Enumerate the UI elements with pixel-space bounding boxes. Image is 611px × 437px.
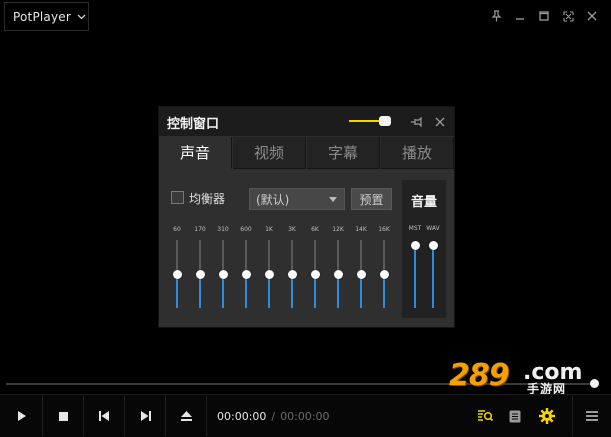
tab-0[interactable]: 声音 (159, 137, 232, 169)
equalizer-preset-select[interactable]: (默认) (249, 188, 345, 210)
equalizer-section: 均衡器 (默认) 预置 60 170 310 600 1K 3K 6K 12K 14K 16K (165, 181, 395, 321)
minimize-icon[interactable] (513, 8, 527, 24)
eq-band-4-label: 1K (265, 226, 273, 233)
eq-band-6-slider-handle[interactable] (310, 269, 320, 279)
opacity-slider-handle[interactable] (379, 116, 391, 126)
eject-button[interactable] (166, 396, 207, 436)
current-time: 00:00:00 (217, 409, 267, 423)
eq-band-8-slider-fill (360, 274, 362, 308)
stop-button[interactable] (43, 396, 84, 436)
next-icon (140, 411, 151, 421)
pin-icon[interactable] (409, 114, 423, 128)
eq-band-0-label: 60 (173, 226, 181, 233)
total-time: 00:00:00 (280, 409, 330, 423)
volume-wav-slider-handle[interactable] (428, 240, 438, 250)
dropdown-arrow-icon (329, 197, 337, 202)
eq-band-6-label: 6K (311, 226, 319, 233)
tab-1[interactable]: 视频 (233, 137, 306, 169)
eq-band-0-slider-handle[interactable] (172, 269, 182, 279)
eq-band-6-slider-fill (314, 274, 316, 308)
volume-title: 音量 (410, 195, 437, 210)
close-icon[interactable] (585, 8, 599, 24)
eq-band-2-label: 310 (217, 226, 229, 233)
volume-wav-label: WAV (426, 225, 440, 232)
previous-button[interactable] (84, 396, 125, 436)
close-icon[interactable] (433, 114, 447, 128)
volume-mst-slider-fill (414, 245, 416, 308)
pin-icon[interactable] (489, 8, 503, 24)
eq-band-2-slider-fill (222, 274, 224, 308)
playlist-search-icon (478, 410, 493, 422)
time-separator: / (271, 409, 276, 423)
volume-section: 音量 MST WAV (402, 180, 446, 318)
title-bar: PotPlayer (0, 0, 611, 34)
eq-band-1-label: 170 (194, 226, 206, 233)
gear-icon (539, 408, 555, 424)
watermark-suffix: .com (523, 360, 583, 385)
playback-control-bar: 00:00:00 / 00:00:00 (0, 394, 611, 437)
app-name: PotPlayer (13, 9, 71, 24)
equalizer-preset-value: (默认) (256, 193, 290, 207)
eq-band-5-slider-handle[interactable] (287, 269, 297, 279)
eq-band-7-slider-handle[interactable] (333, 269, 343, 279)
control-window-header: 控制窗口 (159, 107, 454, 136)
eq-band-3-slider-handle[interactable] (241, 269, 251, 279)
eq-band-2-slider-handle[interactable] (218, 269, 228, 279)
control-window: 控制窗口 声音 视频 字幕 播放 均衡器 (默认) 预置 60 170 310 600 1K 3… (158, 106, 455, 328)
control-window-tabs: 声音 视频 字幕 播放 (159, 137, 454, 169)
previous-icon (98, 411, 109, 421)
tab-3[interactable]: 播放 (381, 137, 454, 169)
play-icon (18, 411, 26, 421)
main-menu-button[interactable] (572, 396, 611, 436)
time-display: 00:00:00 / 00:00:00 (206, 396, 466, 436)
eq-band-9-label: 16K (378, 226, 390, 233)
play-button[interactable] (2, 396, 43, 436)
volume-mst-slider-handle[interactable] (410, 240, 420, 250)
maximize-icon[interactable] (537, 8, 551, 24)
chapters-button[interactable] (500, 396, 530, 436)
equalizer-label[interactable]: 均衡器 (189, 190, 225, 207)
eject-icon (180, 411, 192, 421)
eq-band-8-label: 14K (355, 226, 367, 233)
eq-band-9-slider-handle[interactable] (379, 269, 389, 279)
chevron-down-icon (77, 14, 86, 19)
eq-band-0-slider-fill (176, 274, 178, 308)
settings-button[interactable] (532, 396, 562, 436)
eq-band-5-label: 3K (288, 226, 296, 233)
eq-band-4-slider-fill (268, 274, 270, 308)
seek-bar[interactable] (6, 383, 596, 385)
eq-band-4-slider-handle[interactable] (264, 269, 274, 279)
eq-band-9-slider-fill (383, 274, 385, 308)
eq-band-7-slider-fill (337, 274, 339, 308)
app-menu-button[interactable]: PotPlayer (4, 2, 89, 31)
eq-band-8-slider-handle[interactable] (356, 269, 366, 279)
fullscreen-icon[interactable] (561, 8, 575, 24)
next-button[interactable] (125, 396, 166, 436)
eq-band-3-slider-fill (245, 274, 247, 308)
eq-band-3-label: 600 (240, 226, 252, 233)
eq-band-5-slider-fill (291, 274, 293, 308)
equalizer-enable-checkbox[interactable] (171, 191, 184, 204)
seek-handle[interactable] (589, 379, 599, 388)
stop-icon (58, 411, 68, 421)
eq-band-1-slider-fill (199, 274, 201, 308)
tab-2[interactable]: 字幕 (307, 137, 380, 169)
playlist-search-button[interactable] (470, 396, 500, 436)
eq-band-1-slider-handle[interactable] (195, 269, 205, 279)
hamburger-menu-icon (586, 411, 598, 421)
control-window-title: 控制窗口 (167, 117, 220, 132)
site-watermark-logo: 289 .com 手游网 (447, 358, 597, 396)
preset-button[interactable]: 预置 (351, 188, 392, 210)
watermark-digits: 289 (449, 358, 510, 393)
list-icon (509, 410, 521, 422)
volume-wav-slider-fill (432, 245, 434, 308)
eq-band-7-label: 12K (332, 226, 344, 233)
